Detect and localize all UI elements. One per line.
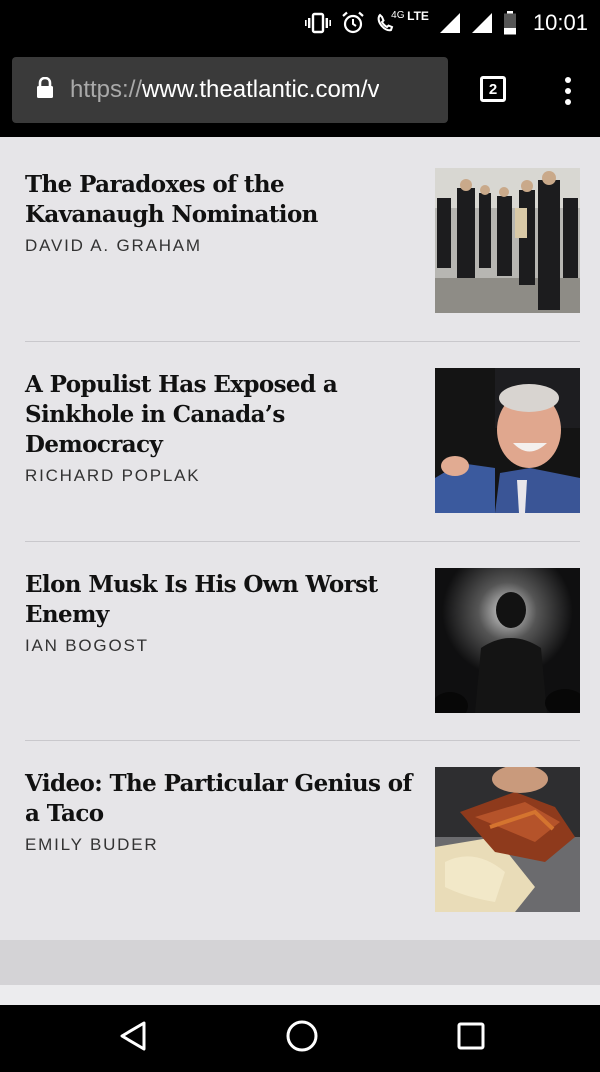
vibrate-icon: [305, 12, 332, 34]
recents-button[interactable]: [431, 1005, 511, 1072]
network-sub-label: 4G: [391, 9, 405, 21]
article-author[interactable]: RICHARD POPLAK: [25, 466, 200, 486]
article-thumbnail[interactable]: [435, 168, 580, 313]
tabs-button[interactable]: 2: [480, 76, 506, 102]
back-button[interactable]: [93, 1005, 173, 1072]
list-item[interactable]: A Populist Has Exposed a Sinkhole in Can…: [25, 368, 580, 520]
wifi-call-icon: 4G: [375, 10, 405, 34]
signal-icon: [471, 12, 493, 34]
status-icons: 4G LTE 10:01: [305, 0, 588, 45]
tab-count: 2: [488, 80, 498, 98]
recents-icon: [456, 1021, 486, 1056]
list-item[interactable]: Video: The Particular Genius of a Taco E…: [25, 767, 580, 919]
article-author[interactable]: DAVID A. GRAHAM: [25, 236, 202, 256]
article-thumbnail[interactable]: [435, 368, 580, 513]
url-scheme: https://: [70, 76, 143, 103]
status-bar: 4G LTE 10:01: [0, 0, 600, 45]
divider: [25, 541, 580, 542]
article-title[interactable]: Elon Musk Is His Own Worst Enemy: [25, 570, 415, 630]
battery-icon: [503, 10, 517, 35]
browser-toolbar: https://www.theatlantic.com/v 2: [0, 45, 600, 137]
article-thumbnail[interactable]: [435, 767, 580, 912]
url-host: www.theatlantic.com/v: [142, 76, 380, 103]
article-title[interactable]: A Populist Has Exposed a Sinkhole in Can…: [25, 370, 415, 460]
list-item[interactable]: Elon Musk Is His Own Worst Enemy IAN BOG…: [25, 568, 580, 720]
article-title[interactable]: Video: The Particular Genius of a Taco: [25, 769, 415, 829]
home-button[interactable]: [262, 1005, 342, 1072]
url-text: https://www.theatlantic.com/v: [70, 76, 379, 104]
divider: [25, 740, 580, 741]
system-nav-bar: [0, 1005, 600, 1072]
article-list: The Paradoxes of the Kavanaugh Nominatio…: [0, 137, 600, 1005]
more-vert-icon[interactable]: [560, 75, 576, 107]
home-icon: [285, 1019, 319, 1058]
divider: [25, 341, 580, 342]
clock-time: 10:01: [532, 9, 588, 35]
alarm-icon: [341, 11, 365, 35]
signal-icon: [439, 12, 461, 34]
article-thumbnail[interactable]: [435, 568, 580, 713]
network-type-label: LTE: [407, 8, 429, 23]
article-author[interactable]: EMILY BUDER: [25, 835, 158, 855]
list-item[interactable]: The Paradoxes of the Kavanaugh Nominatio…: [25, 168, 580, 320]
article-author[interactable]: IAN BOGOST: [25, 636, 149, 656]
article-title[interactable]: The Paradoxes of the Kavanaugh Nominatio…: [25, 170, 415, 230]
address-bar[interactable]: https://www.theatlantic.com/v: [12, 57, 448, 123]
page-footer-band: [0, 940, 600, 985]
back-icon: [118, 1020, 148, 1057]
page-footer-edge: [0, 985, 600, 1005]
lock-icon: [36, 76, 54, 104]
